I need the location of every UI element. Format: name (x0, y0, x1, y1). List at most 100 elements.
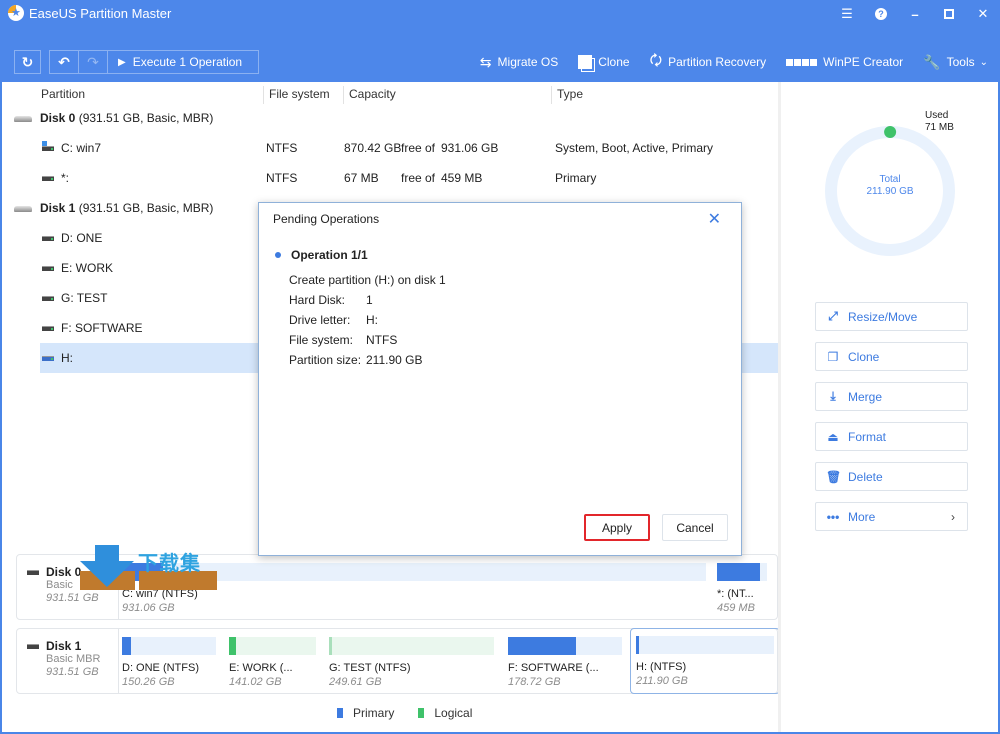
partition-name: F: SOFTWARE (61, 321, 143, 335)
disk-map-name: Disk 1 (46, 639, 82, 653)
segment-name: G: TEST (NTFS) (329, 662, 411, 674)
action-label: More (848, 509, 876, 524)
tools-dropdown[interactable]: 🔧 Tools ⌄ (923, 54, 988, 71)
side-panel: Used 71 MB Total 211.90 GB ⤢ Resize/Move… (781, 82, 998, 732)
bullet-icon (275, 252, 281, 258)
legend-label: Primary (353, 706, 395, 720)
hard-disk-icon (14, 115, 32, 122)
winpe-creator-label: WinPE Creator (823, 55, 904, 69)
redo-icon: ↷ (87, 53, 99, 70)
watermark-text: 下载集 (138, 553, 201, 575)
partition-icon (42, 266, 54, 272)
segment-size: 249.61 GB (329, 676, 382, 688)
hamburger-icon: ☰ (841, 6, 853, 21)
dialog-title: Pending Operations (273, 212, 380, 226)
disk-segment[interactable]: E: WORK (... 141.02 GB (229, 637, 316, 688)
close-icon: ✕ (707, 211, 721, 228)
segment-name: F: SOFTWARE (... (508, 662, 599, 674)
partition-recovery-label: Partition Recovery (668, 55, 767, 69)
undo-button[interactable]: ↶ (50, 51, 79, 73)
disk-segment[interactable]: D: ONE (NTFS) 150.26 GB (122, 637, 216, 688)
segment-fill (122, 637, 132, 655)
toolbar: ↻ ↶ ↷ ▶ Execute 1 Operation ⇆ Migrate OS… (0, 28, 1000, 82)
free-of-label: free of (401, 171, 436, 185)
disk-info: (931.51 GB, Basic, MBR) (78, 201, 214, 215)
watermark: 下载集 (80, 545, 230, 590)
operation-description: Create partition (H:) on disk 1 (289, 273, 446, 287)
detail-value: NTFS (366, 333, 398, 347)
dialog-close-button[interactable]: ✕ (708, 209, 721, 229)
action-label: Merge (848, 389, 883, 404)
clone-icon (578, 55, 593, 69)
toolbar-tools: ⇆ Migrate OS Clone 🗘 Partition Recovery … (460, 52, 988, 72)
partition-icon (42, 296, 54, 302)
minimize-button[interactable]: – (898, 0, 932, 28)
disk-segment[interactable]: *: (NT... 459 MB (717, 563, 767, 614)
action-label: Delete (848, 469, 883, 484)
column-separator[interactable] (551, 86, 552, 104)
winpe-creator-button[interactable]: WinPE Creator (786, 55, 903, 69)
segment-fill (717, 563, 760, 581)
operation-group: ↶ ↷ ▶ Execute 1 Operation (49, 50, 259, 74)
disk-map-card[interactable]: Disk 1 Basic MBR 931.51 GB D: ONE (NTFS)… (16, 628, 780, 694)
help-button[interactable]: ? (864, 0, 898, 28)
disk-segment[interactable]: F: SOFTWARE (... 178.72 GB (508, 637, 622, 688)
column-separator[interactable] (263, 86, 264, 104)
pending-operations-dialog: Pending Operations ✕ Operation 1/1 Creat… (258, 202, 742, 556)
disk-row[interactable]: Disk 0 (931.51 GB, Basic, MBR) (2, 103, 778, 133)
action-label: Format (848, 429, 887, 444)
delete-button[interactable]: 🗑 Delete (815, 462, 968, 491)
partition-free: 67 MB (344, 171, 379, 185)
partition-row[interactable]: C: win7 NTFS 870.42 GB free of 931.06 GB… (2, 133, 778, 163)
apply-button[interactable]: Apply (584, 514, 650, 541)
migrate-os-button[interactable]: ⇆ Migrate OS (480, 54, 558, 71)
used-label: Used (925, 110, 949, 121)
clone-button[interactable]: ❐ Clone (815, 342, 968, 371)
detail-value: 211.90 GB (366, 353, 423, 367)
execute-operation-button[interactable]: ▶ Execute 1 Operation (108, 51, 258, 73)
resize-move-button[interactable]: ⤢ Resize/Move (815, 302, 968, 331)
undo-icon: ↶ (58, 53, 70, 70)
disk-map-legend: Primary Logical (337, 706, 496, 720)
disk-segment-selected[interactable]: H: (NTFS) 211.90 GB (630, 628, 780, 694)
format-button[interactable]: ⏏ Format (815, 422, 968, 451)
tools-label: Tools (946, 55, 975, 69)
detail-key: Partition size: (289, 353, 362, 367)
system-partition-icon (42, 141, 54, 152)
cancel-button[interactable]: Cancel (662, 514, 728, 541)
title-bar: EaseUS Partition Master ☰ ? – ✕ (0, 0, 1000, 28)
partition-fs: NTFS (266, 171, 298, 185)
partition-name: C: win7 (61, 141, 102, 155)
segment-size: 178.72 GB (508, 676, 561, 688)
more-button[interactable]: ••• More › (815, 502, 968, 531)
clone-toolbar-button[interactable]: Clone (578, 55, 630, 69)
format-icon: ⏏ (827, 429, 839, 444)
operation-detail: Drive letter: H: (289, 313, 378, 327)
free-of-label: free of (401, 141, 436, 155)
hard-disk-icon (27, 570, 39, 576)
menu-button[interactable]: ☰ (830, 0, 864, 28)
operation-detail: File system: NTFS (289, 333, 397, 347)
resize-icon: ⤢ (828, 309, 838, 323)
partition-total: 931.06 GB (441, 141, 499, 155)
primary-swatch-icon (337, 708, 343, 718)
detail-key: File system: (289, 333, 354, 347)
partition-recovery-button[interactable]: 🗘 Partition Recovery (650, 50, 767, 74)
partition-row[interactable]: *: NTFS 67 MB free of 459 MB Primary (2, 163, 778, 193)
legend-logical: Logical (418, 706, 472, 720)
operation-detail: Hard Disk: 1 (289, 293, 373, 307)
legend-label: Logical (434, 706, 473, 720)
maximize-button[interactable] (932, 0, 966, 28)
help-icon: ? (875, 8, 887, 20)
operation-heading-label: Operation 1/1 (291, 248, 368, 262)
close-icon: ✕ (977, 6, 989, 21)
refresh-button[interactable]: ↻ (14, 50, 41, 74)
disk-segment[interactable]: G: TEST (NTFS) 249.61 GB (329, 637, 494, 688)
minimize-icon: – (911, 6, 919, 22)
merge-button[interactable]: ⤓ Merge (815, 382, 968, 411)
close-button[interactable]: ✕ (966, 0, 1000, 28)
redo-button[interactable]: ↷ (79, 51, 108, 73)
segment-fill (636, 636, 639, 654)
column-separator[interactable] (343, 86, 344, 104)
more-icon: ••• (826, 509, 840, 524)
